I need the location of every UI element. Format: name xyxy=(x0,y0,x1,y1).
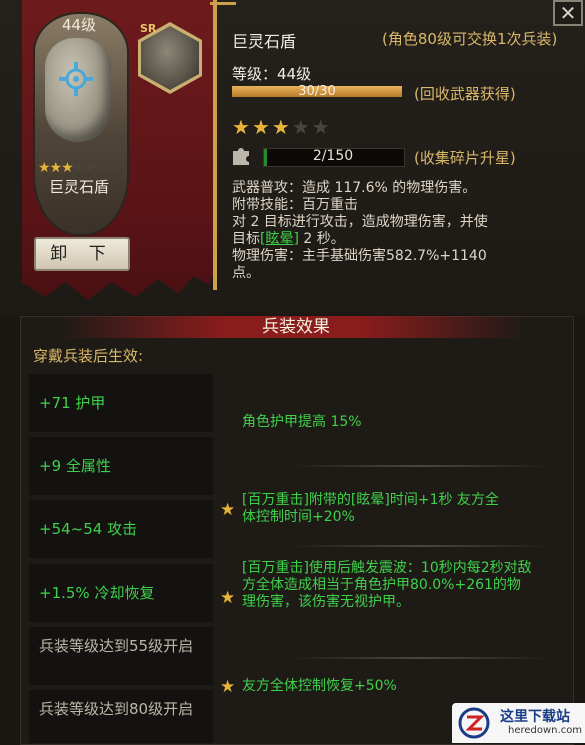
stat-text: +71 护甲 xyxy=(39,394,106,412)
bonus-text: 友方全体控制恢复+50% xyxy=(242,678,397,694)
site-logo-icon xyxy=(458,707,490,739)
star-icon: ★ xyxy=(232,115,252,139)
bonus-text: [百万重击]使用后触发震波：10秒内每2秒对敌方全体造成相当于角色护甲80.0%… xyxy=(242,560,532,610)
watermark-url: heredown.com xyxy=(508,725,583,736)
unequip-button[interactable]: 卸 下 xyxy=(34,237,130,271)
item-level: 等级：44级 xyxy=(232,65,312,83)
bonus-effect: 角色护甲提高 15% xyxy=(220,414,570,431)
divider xyxy=(290,545,550,547)
weapon-card-name: 巨灵石盾 xyxy=(48,178,109,196)
weapon-description: 武器普攻：造成 117.6% 的物理伤害。 附带技能：百万重击 对 2 目标进行… xyxy=(232,180,567,282)
star-icon: ★ xyxy=(220,500,236,520)
fragment-source-note: (收集碎片升星) xyxy=(414,149,516,167)
bonus-text: 角色护甲提高 15% xyxy=(242,414,362,430)
close-button[interactable]: ✕ xyxy=(553,0,583,26)
stat-text: 兵装等级达到80级开启 xyxy=(39,700,194,718)
stat-box-all-attributes: +9 全属性 xyxy=(29,437,213,495)
stat-text: 兵装等级达到55级开启 xyxy=(39,637,194,655)
effects-title: 兵装效果 xyxy=(262,317,330,337)
description-text: 2 秒。 xyxy=(298,231,345,247)
weapon-card-stars: ★★★★★ xyxy=(38,160,97,176)
effects-subtitle: 穿戴兵装后生效: xyxy=(33,347,144,365)
fragment-progress-text: 2/150 xyxy=(312,148,354,164)
crosshair-emblem-icon xyxy=(59,62,93,96)
exchange-note: (角色80级可交换1次兵装) xyxy=(382,30,558,48)
divider xyxy=(290,465,550,467)
description-line: 附带技能：百万重击 xyxy=(232,197,358,213)
stat-box-cooldown: +1.5% 冷却恢复 xyxy=(29,564,213,622)
star-rating: ★★★★★ xyxy=(232,115,332,139)
watermark-title: 这里下载站 xyxy=(500,709,570,725)
description-line: 目标[眩晕] 2 秒。 xyxy=(232,231,567,248)
rarity-badge: SR xyxy=(140,22,157,35)
description-line: 物理伤害：主手基础伤害582.7%+1140 xyxy=(232,248,487,264)
banner-edge xyxy=(213,0,217,290)
star-icon: ★ xyxy=(291,115,312,139)
watermark: 这里下载站 heredown.com xyxy=(452,703,585,743)
stun-keyword-link[interactable]: [眩晕] xyxy=(260,231,299,247)
description-line: 对 2 目标进行攻击，造成物理伤害，并使 xyxy=(232,214,488,230)
weapon-card-level: 44级 xyxy=(61,16,97,34)
description-line: 武器普攻：造成 117.6% 的物理伤害。 xyxy=(232,180,477,196)
star-icon: ★ xyxy=(271,115,292,139)
bonus-text: [百万重击]附带的[眩晕]时间+1秒 友方全体控制时间+20% xyxy=(242,492,499,525)
puzzle-piece-icon xyxy=(233,148,249,165)
description-text: 目标 xyxy=(232,231,260,247)
description-line: 点。 xyxy=(232,265,260,281)
xp-source-note: (回收武器获得) xyxy=(414,85,516,103)
stat-text: +54~54 攻击 xyxy=(39,520,138,538)
stat-text: +9 全属性 xyxy=(39,457,111,475)
stat-box-attack: +54~54 攻击 xyxy=(29,500,213,558)
stat-box-locked-55: 兵装等级达到55级开启 xyxy=(29,627,213,685)
star-icon: ★ xyxy=(220,677,236,697)
star-icon: ★ xyxy=(251,115,272,139)
xp-progress-text: 30/30 xyxy=(298,84,336,99)
divider xyxy=(290,657,550,659)
stat-text: +1.5% 冷却恢复 xyxy=(39,584,155,602)
stat-box-locked-80: 兵装等级达到80级开启 xyxy=(29,690,213,743)
stat-box-armor: +71 护甲 xyxy=(29,374,213,432)
star-icon: ★ xyxy=(311,115,332,139)
star-icon: ★ xyxy=(220,588,236,608)
item-name: 巨灵石盾 xyxy=(232,32,297,51)
banner-arrow xyxy=(210,2,236,5)
